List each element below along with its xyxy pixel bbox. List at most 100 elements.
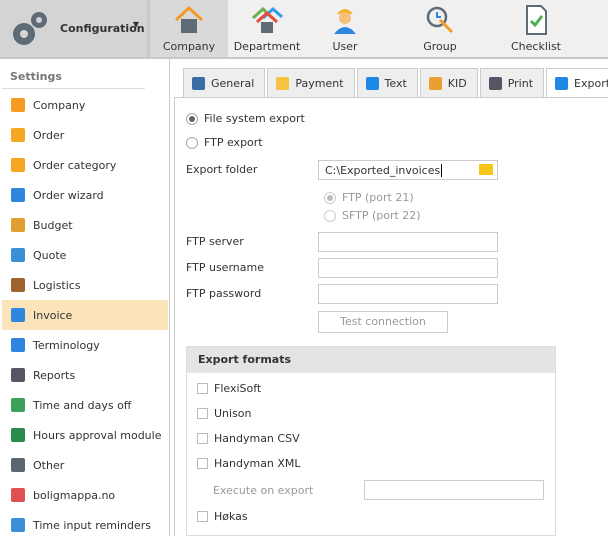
tab-label: Payment [295, 76, 344, 90]
execute-on-export-input[interactable] [364, 480, 544, 500]
wizard-icon [11, 188, 25, 202]
ftp-username-input[interactable] [318, 258, 498, 278]
tab-company[interactable]: Company [150, 0, 228, 57]
sidebar-item-label: Hours approval module [33, 428, 162, 442]
top-tabs: Company Department User Group Checklist [150, 0, 608, 57]
export-folder-input[interactable]: C:\Exported_invoices [318, 160, 498, 180]
tab-checklist[interactable]: Checklist [496, 0, 576, 57]
tab-export[interactable]: Export [546, 68, 608, 98]
export-formats-group: Export formats FlexiSoft Unison Handyman… [186, 346, 556, 536]
checkbox-icon [197, 433, 208, 444]
checkbox-label: Handyman CSV [214, 432, 300, 445]
tab-kid[interactable]: KID [419, 68, 478, 98]
export-folder-value: C:\Exported_invoices [325, 164, 441, 177]
divider [2, 88, 145, 89]
sidebar-item-budget[interactable]: Budget [2, 210, 168, 240]
tab-department[interactable]: Department [228, 0, 306, 57]
test-connection-button[interactable]: Test connection [318, 311, 448, 333]
kid-icon [428, 76, 442, 90]
printer-icon [11, 368, 25, 382]
invoice-icon [11, 308, 25, 322]
sidebar-item-company[interactable]: Company [2, 90, 168, 120]
configuration-menu[interactable]: Configuration ▼ [0, 0, 147, 57]
ftp-password-input[interactable] [318, 284, 498, 304]
tab-print[interactable]: Print [479, 68, 545, 98]
sidebar-item-order-wizard[interactable]: Order wizard [2, 180, 168, 210]
info-icon [365, 76, 379, 90]
sidebar-item-terminology[interactable]: Terminology [2, 330, 168, 360]
ftp-server-label: FTP server [186, 235, 244, 248]
sidebar-item-label: Logistics [33, 278, 81, 292]
clipboard-icon [11, 128, 25, 142]
sidebar-item-label: Company [33, 98, 86, 112]
checkbox-handyman-xml[interactable]: Handyman XML [197, 457, 301, 470]
worker-icon [334, 9, 356, 34]
terminology-icon [11, 338, 25, 352]
sidebar-item-hours-approval-module[interactable]: Hours approval module [2, 420, 168, 450]
sidebar-item-label: Time and days off [33, 398, 132, 412]
checkbox-label: Unison [214, 407, 252, 420]
chevron-down-icon[interactable]: ▼ [133, 20, 139, 29]
checkbox-flexisoft[interactable]: FlexiSoft [197, 382, 261, 395]
radio-label: File system export [204, 112, 305, 125]
tab-user[interactable]: User [306, 0, 384, 57]
sidebar-item-reports[interactable]: Reports [2, 360, 168, 390]
radio-sftp-port22[interactable]: SFTP (port 22) [324, 209, 421, 222]
sidebar-item-quote[interactable]: Quote [2, 240, 168, 270]
houses-icon [251, 6, 283, 33]
checkbox-icon [197, 408, 208, 419]
radio-file-system-export[interactable]: File system export [186, 112, 305, 125]
clock-hammer-icon [426, 6, 454, 34]
tab-label: Group [423, 40, 457, 53]
radio-icon [324, 209, 336, 222]
clipboard-icon [11, 158, 25, 172]
checkbox-icon [197, 458, 208, 469]
ftp-server-input[interactable] [318, 232, 498, 252]
sidebar-item-order[interactable]: Order [2, 120, 168, 150]
export-folder-label: Export folder [186, 163, 258, 176]
sidebar-item-boligmappa-no[interactable]: boligmappa.no [2, 480, 168, 510]
tab-label: Company [162, 40, 216, 53]
tab-label: Text [384, 76, 407, 90]
sidebar-item-invoice[interactable]: Invoice [2, 300, 168, 330]
house-icon [11, 98, 25, 112]
tab-group[interactable]: Group [384, 0, 496, 57]
ftp-password-label: FTP password [186, 287, 262, 300]
tab-payment[interactable]: Payment [267, 68, 355, 98]
sidebar-item-logistics[interactable]: Logistics [2, 270, 168, 300]
checkbox-icon [197, 511, 208, 522]
checkbox-handyman-csv[interactable]: Handyman CSV [197, 432, 300, 445]
tab-label: KID [447, 76, 467, 90]
boligmappa-icon [11, 488, 25, 502]
sidebar-item-order-category[interactable]: Order category [2, 150, 168, 180]
checkbox-hokas[interactable]: Høkas [197, 510, 248, 523]
checklist-icon [526, 5, 547, 35]
sidebar-item-label: Order wizard [33, 188, 104, 202]
clock-check-icon [11, 428, 25, 442]
sidebar-item-label: Invoice [33, 308, 73, 322]
checkbox-label: Handyman XML [214, 457, 301, 470]
sidebar-heading: Settings [10, 70, 62, 83]
radio-ftp-port21[interactable]: FTP (port 21) [324, 191, 414, 204]
radio-ftp-export[interactable]: FTP export [186, 136, 263, 149]
document-icon [192, 76, 205, 90]
payment-icon [276, 76, 290, 90]
sidebar-item-other[interactable]: Other [2, 450, 168, 480]
radio-icon [324, 191, 336, 204]
sidebar-item-label: Order [33, 128, 65, 142]
folder-icon[interactable] [479, 164, 493, 175]
tab-text[interactable]: Text [356, 68, 418, 98]
printer-icon [488, 76, 502, 90]
invoice-tabs: General Payment Text KID Print Export [183, 68, 608, 98]
tab-general[interactable]: General [183, 68, 266, 98]
house-icon [174, 5, 204, 33]
gear-icon [11, 458, 25, 472]
radio-label: FTP (port 21) [342, 191, 414, 204]
sidebar-item-label: Order category [33, 158, 117, 172]
radio-icon [186, 136, 198, 149]
tab-label: Export [574, 76, 608, 90]
sidebar-item-label: boligmappa.no [33, 488, 116, 502]
checkbox-unison[interactable]: Unison [197, 407, 252, 420]
sidebar-item-time-and-days-off[interactable]: Time and days off [2, 390, 168, 420]
tab-label: General [211, 76, 255, 90]
